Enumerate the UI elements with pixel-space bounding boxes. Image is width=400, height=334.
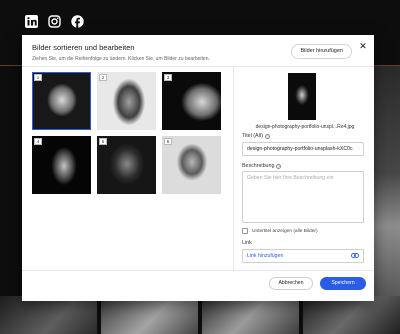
instagram-icon[interactable] (47, 14, 61, 28)
link-label-text: Link (242, 240, 252, 246)
footer-divider (22, 270, 374, 271)
caption-checkbox[interactable] (242, 228, 248, 234)
thumbnail-3[interactable]: 3 (162, 72, 221, 130)
close-icon[interactable]: ✕ (358, 41, 368, 51)
thumbnail-2[interactable]: 2 (97, 72, 156, 130)
description-textarea[interactable] (242, 171, 364, 223)
link-placeholder: Link hinzufügen (247, 253, 284, 259)
title-alt-input[interactable] (242, 142, 364, 156)
gallery-photo (101, 296, 198, 334)
header-divider (22, 66, 374, 67)
help-icon[interactable]: ? (265, 133, 270, 139)
dialog-title: Bilder sortieren und bearbeiten (32, 43, 135, 52)
gallery-photo (0, 296, 97, 334)
thumbnail-number: 3 (164, 74, 172, 81)
title-label-text: Titel (Alt) (242, 133, 263, 139)
cancel-button[interactable]: Abbrechen (269, 277, 313, 290)
add-images-button[interactable]: Bilder hinzufügen (291, 44, 352, 59)
thumbnail-4[interactable]: 4 (32, 136, 91, 194)
thumbnail-number: 6 (164, 138, 172, 145)
linkedin-icon[interactable] (24, 14, 38, 28)
link-icon[interactable] (351, 252, 359, 260)
panel-divider (233, 67, 234, 270)
image-filename: design-photography-portfolio-unspl...Re4… (255, 124, 355, 130)
thumbnail-1[interactable]: 1 (32, 72, 91, 130)
help-icon[interactable]: ? (276, 163, 282, 169)
description-label: Beschreibung ? (242, 163, 282, 169)
selected-image-preview (288, 73, 316, 120)
background-gallery (0, 296, 400, 334)
gallery-photo (303, 296, 400, 334)
title-label: Titel (Alt) ? (242, 133, 270, 139)
thumbnail-5[interactable]: 5 (97, 136, 156, 194)
sort-edit-images-dialog: Bilder sortieren und bearbeiten Bilder h… (22, 35, 374, 301)
description-label-text: Beschreibung (242, 163, 275, 169)
save-button[interactable]: Speichern (320, 277, 366, 290)
caption-checkbox-label: Untertitel anzeigen (alle Bilder) (252, 228, 318, 234)
caption-option[interactable]: Untertitel anzeigen (alle Bilder) (242, 228, 318, 234)
dialog-subtitle: Ziehen Sie, um die Reihenfolge zu ändern… (32, 56, 210, 62)
social-links (24, 14, 84, 28)
link-label: Link (242, 240, 252, 246)
thumbnail-number: 1 (34, 74, 42, 81)
thumbnail-number: 4 (34, 138, 42, 145)
facebook-icon[interactable] (70, 14, 84, 28)
thumbnail-number: 5 (99, 138, 107, 145)
gallery-photo (202, 296, 299, 334)
link-input[interactable]: Link hinzufügen (242, 249, 364, 263)
thumbnail-6[interactable]: 6 (162, 136, 221, 194)
thumbnail-number: 2 (99, 74, 107, 81)
